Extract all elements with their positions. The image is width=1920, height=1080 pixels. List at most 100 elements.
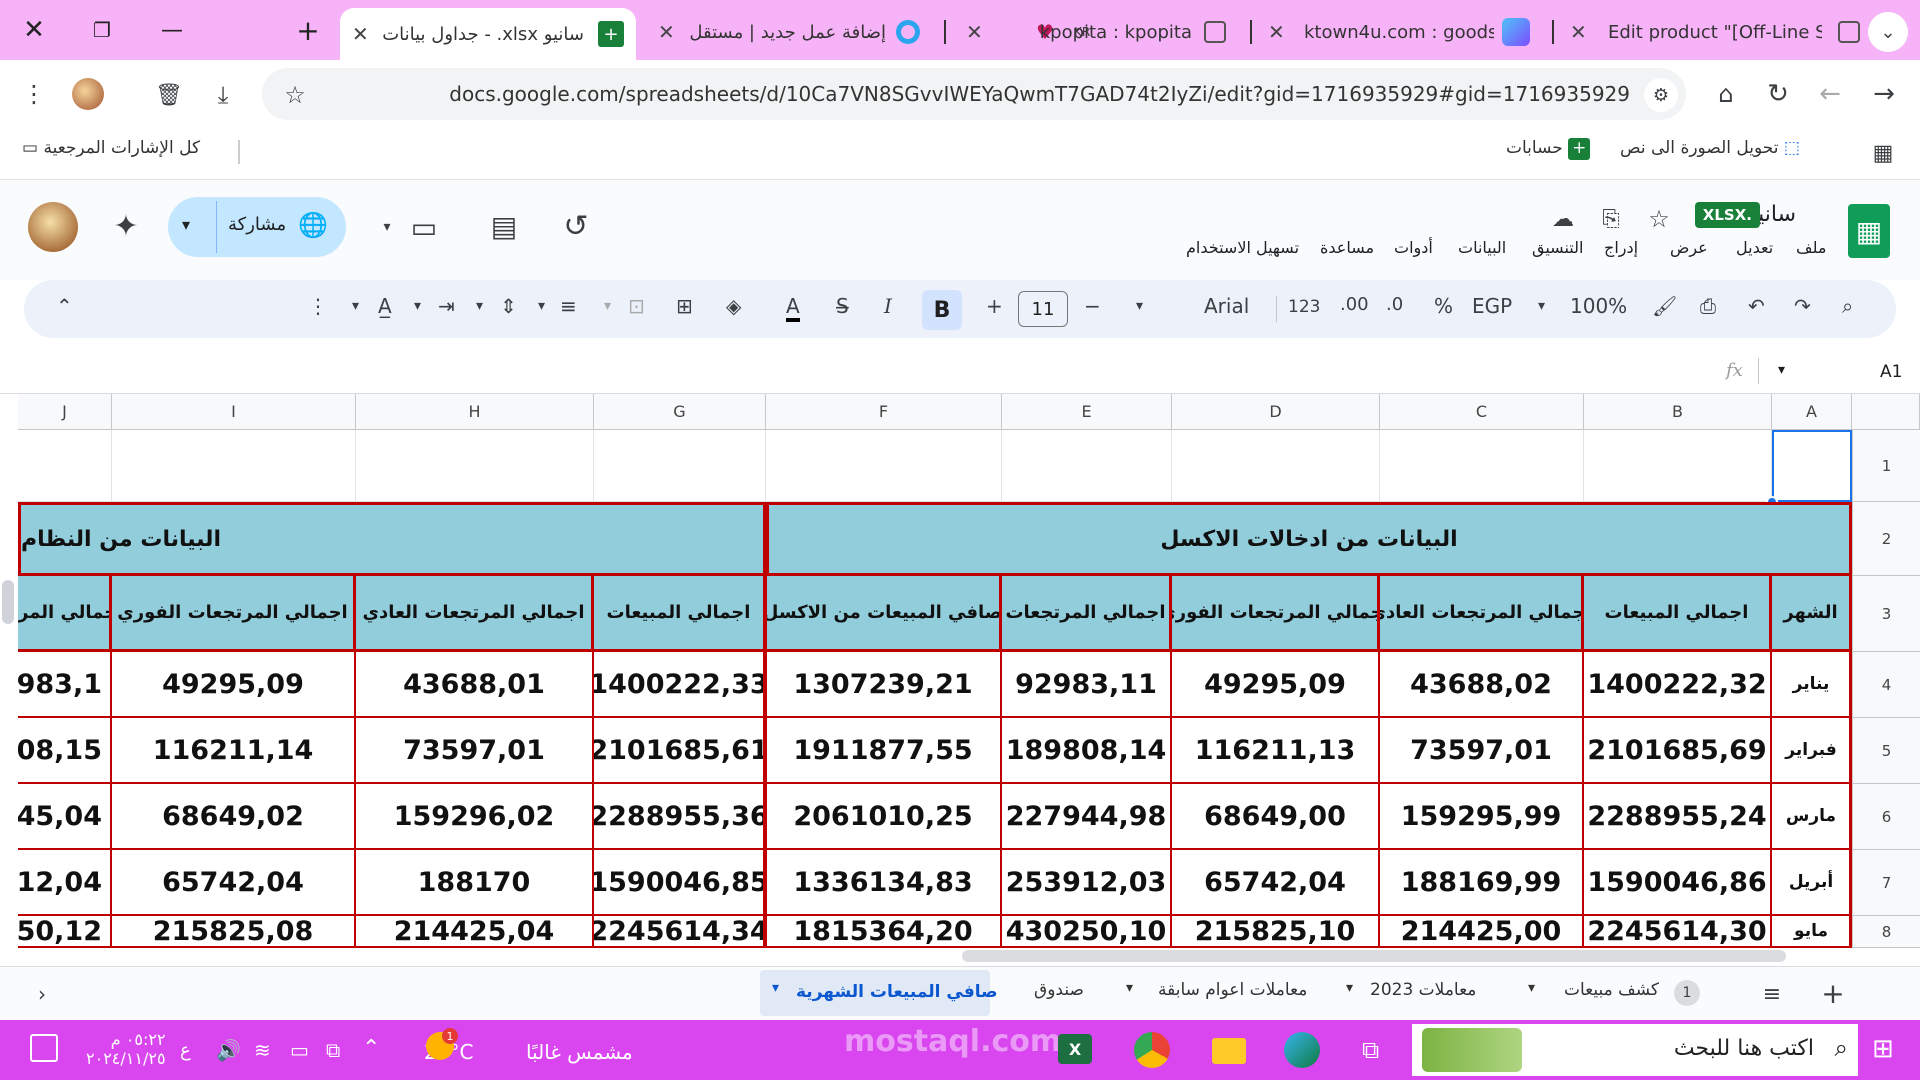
increase-decimal-button[interactable]: .00 (1340, 294, 1369, 315)
value-cell[interactable]: 1336134,83 (766, 850, 1002, 916)
sheet-tab-2023[interactable]: معاملات 2023 (1370, 980, 1476, 1000)
value-cell[interactable]: 1590046,85 (594, 850, 766, 916)
paint-format-icon[interactable]: 🖌 (1652, 294, 1677, 318)
meet-now-icon[interactable]: ⧉ (326, 1038, 340, 1062)
column-header[interactable]: C (1380, 394, 1584, 430)
bookmark-hesabat[interactable]: + حسابات (1506, 138, 1591, 160)
decrease-decimal-button[interactable]: .0 (1386, 294, 1403, 315)
account-avatar[interactable] (28, 202, 78, 252)
site-settings-icon[interactable]: ⚙ (1644, 78, 1678, 112)
value-cell[interactable]: 2245614,34 (594, 916, 766, 948)
value-cell[interactable]: 49295,09 (112, 652, 356, 718)
url-text[interactable]: docs.google.com/spreadsheets/d/10Ca7VN8S… (449, 82, 1630, 106)
tab-ktown4u[interactable]: ✕ ktown4u.com : goods list (1264, 10, 1540, 54)
sheet-tab-previous-years[interactable]: معاملات اعوام سابقة (1158, 980, 1307, 1000)
merge-chevron-icon[interactable]: ▾ (604, 298, 611, 314)
all-bookmarks-link[interactable]: كل الإشارات المرجعية ▭ (22, 138, 200, 158)
grid-cell[interactable] (18, 430, 112, 502)
sheet-tab-chevron-icon[interactable]: ▾ (1528, 980, 1535, 996)
value-cell[interactable]: 227944,98 (1002, 784, 1172, 850)
value-cell[interactable]: 215825,08 (112, 916, 356, 948)
menu-view[interactable]: عرض (1670, 238, 1708, 257)
menu-dots-icon[interactable]: ⋮ (20, 80, 48, 108)
sheet-tab-chevron-icon[interactable]: ▾ (1346, 980, 1353, 996)
grid-cell[interactable] (594, 430, 766, 502)
value-cell[interactable]: 214425,04 (356, 916, 594, 948)
value-cell[interactable]: 159296,02 (356, 784, 594, 850)
all-sheets-icon[interactable]: ≡ (1758, 980, 1786, 1008)
weather-text[interactable]: مشمس غالبًا (526, 1040, 633, 1064)
value-cell[interactable]: 2101685,69 (1584, 718, 1772, 784)
row-header[interactable]: 4 (1852, 652, 1920, 718)
font-size-decrease[interactable]: − (1084, 294, 1101, 318)
add-sheet-icon[interactable]: + (1818, 977, 1848, 1010)
font-chevron-icon[interactable]: ▾ (1136, 298, 1143, 314)
value-cell[interactable]: 2101685,61 (594, 718, 766, 784)
value-cell[interactable]: 912,04 (18, 850, 112, 916)
input-language[interactable]: ع (180, 1040, 191, 1061)
menu-format[interactable]: التنسيق (1532, 238, 1583, 257)
windows-start-icon[interactable]: ⊞ (1872, 1034, 1894, 1064)
column-title-cell[interactable]: اجمالي المبيعات (1584, 576, 1772, 652)
taskbar-search-box[interactable]: اكتب هنا للبحث ⌕ (1412, 1024, 1858, 1076)
vertical-scrollbar-thumb[interactable] (2, 580, 14, 624)
profile-avatar[interactable] (72, 78, 104, 110)
value-cell[interactable]: 215825,10 (1172, 916, 1380, 948)
value-cell[interactable]: 2288955,24 (1584, 784, 1772, 850)
back-icon[interactable]: → (1868, 78, 1900, 110)
reload-icon[interactable]: ↻ (1762, 78, 1794, 110)
apps-grid-icon[interactable]: ▦ (1868, 138, 1898, 168)
value-cell[interactable]: 945,04 (18, 784, 112, 850)
redo-icon[interactable]: ↷ (1794, 294, 1811, 318)
fill-color-icon[interactable]: ◈ (726, 294, 741, 318)
minimize-window-icon[interactable]: — (156, 14, 188, 46)
print-icon[interactable]: ⎙ (1700, 294, 1716, 318)
grid-cell[interactable] (112, 430, 356, 502)
column-title-cell[interactable]: اجمالي المرتجعات (1002, 576, 1172, 652)
more-options-icon[interactable]: ⋮ (308, 294, 328, 318)
column-header[interactable]: H (356, 394, 594, 430)
value-cell[interactable]: 983,1 (18, 652, 112, 718)
trash-icon[interactable]: 🗑 (154, 80, 184, 110)
collapse-toolbar-icon[interactable]: ⌃ (56, 294, 73, 318)
month-cell[interactable]: يناير (1772, 652, 1852, 718)
value-cell[interactable]: 73597,01 (356, 718, 594, 784)
bookmark-star-icon[interactable]: ☆ (280, 80, 310, 110)
font-size-increase[interactable]: + (986, 294, 1003, 318)
volume-icon[interactable]: 🔊 (216, 1038, 241, 1062)
column-title-cell[interactable]: الشهر (1772, 576, 1852, 652)
formula-input[interactable] (0, 360, 1700, 386)
value-cell[interactable]: 430250,10 (1002, 916, 1172, 948)
text-wrap-icon[interactable]: ⇥ (438, 294, 455, 318)
sheet-tab-chevron-icon[interactable]: ▾ (1126, 980, 1133, 996)
scroll-tabs-icon[interactable]: › (30, 982, 54, 1006)
row-header[interactable]: 7 (1852, 850, 1920, 916)
row-header[interactable]: 3 (1852, 576, 1920, 652)
close-window-icon[interactable]: ✕ (16, 12, 52, 48)
column-title-cell[interactable]: اجمالي المبيعات (594, 576, 766, 652)
value-cell[interactable]: 188170 (356, 850, 594, 916)
menu-accessibility[interactable]: تسهيل الاستخدام (1186, 238, 1299, 257)
star-icon[interactable]: ☆ (1644, 204, 1674, 234)
value-cell[interactable]: 43688,01 (356, 652, 594, 718)
column-header[interactable]: I (112, 394, 356, 430)
search-menus-icon[interactable]: ⌕ (1842, 294, 1853, 318)
value-cell[interactable]: 250,12 (18, 916, 112, 948)
task-view-icon[interactable]: ⧉ (1362, 1036, 1379, 1064)
column-title-cell[interactable]: اجمالي المر (18, 576, 112, 652)
forward-icon[interactable]: ← (1814, 78, 1846, 110)
name-box-chevron-icon[interactable]: ▾ (1778, 362, 1785, 378)
value-cell[interactable]: 116211,14 (112, 718, 356, 784)
vertical-align-icon[interactable]: ⇕ (500, 294, 517, 318)
menu-edit[interactable]: تعديل (1736, 238, 1773, 257)
zoom-chevron-icon[interactable]: ▾ (1538, 298, 1545, 314)
video-camera-icon[interactable]: ▭ (404, 210, 444, 244)
italic-button[interactable]: I (884, 294, 892, 318)
percent-format-button[interactable]: % (1434, 294, 1453, 318)
band-excel-inputs[interactable]: البيانات من ادخالات الاكسل (766, 502, 1852, 576)
meet-chevron-icon[interactable]: ▾ (378, 212, 396, 242)
month-cell[interactable]: أبريل (1772, 850, 1852, 916)
sheet-tab-sandouq[interactable]: صندوق (1034, 980, 1084, 1000)
move-folder-icon[interactable]: ⎘ (1596, 204, 1626, 234)
column-title-cell[interactable]: اجمالي المرتجعات الفوري (112, 576, 356, 652)
